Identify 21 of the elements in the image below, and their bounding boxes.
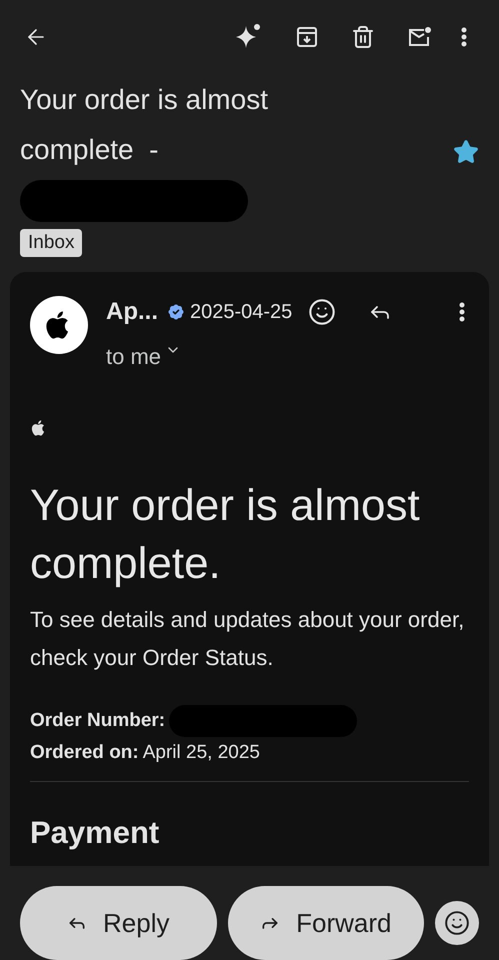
reply-button[interactable]: Reply bbox=[20, 886, 217, 960]
email-heading: Your order is almost complete. bbox=[30, 480, 421, 590]
detail-label: Ordered on: bbox=[30, 740, 139, 765]
emoji-icon bbox=[444, 910, 470, 936]
forward-button[interactable]: Forward bbox=[228, 886, 424, 960]
archive-icon bbox=[295, 25, 319, 50]
email-intro: To see details and updates about your order, check your Order Status. bbox=[30, 606, 466, 672]
emoji-reaction-icon bbox=[308, 298, 336, 326]
detail-label: Order Number: bbox=[30, 708, 166, 733]
label-tag[interactable]: Inbox bbox=[20, 228, 82, 257]
message-date: 2025-04-25 bbox=[190, 300, 292, 325]
emoji-button[interactable] bbox=[435, 901, 479, 945]
subject-title: Your order is almost complete - bbox=[20, 84, 269, 165]
recipient-text[interactable]: to me bbox=[106, 340, 162, 373]
more-icon[interactable] bbox=[461, 27, 467, 48]
trash-icon bbox=[351, 25, 375, 50]
section-heading: Payment bbox=[30, 814, 160, 852]
detail-value: April 25, 2025 bbox=[142, 740, 260, 765]
star-button[interactable] bbox=[453, 138, 479, 165]
more-icon[interactable] bbox=[459, 302, 465, 322]
sender-name: Ap... bbox=[106, 296, 158, 327]
